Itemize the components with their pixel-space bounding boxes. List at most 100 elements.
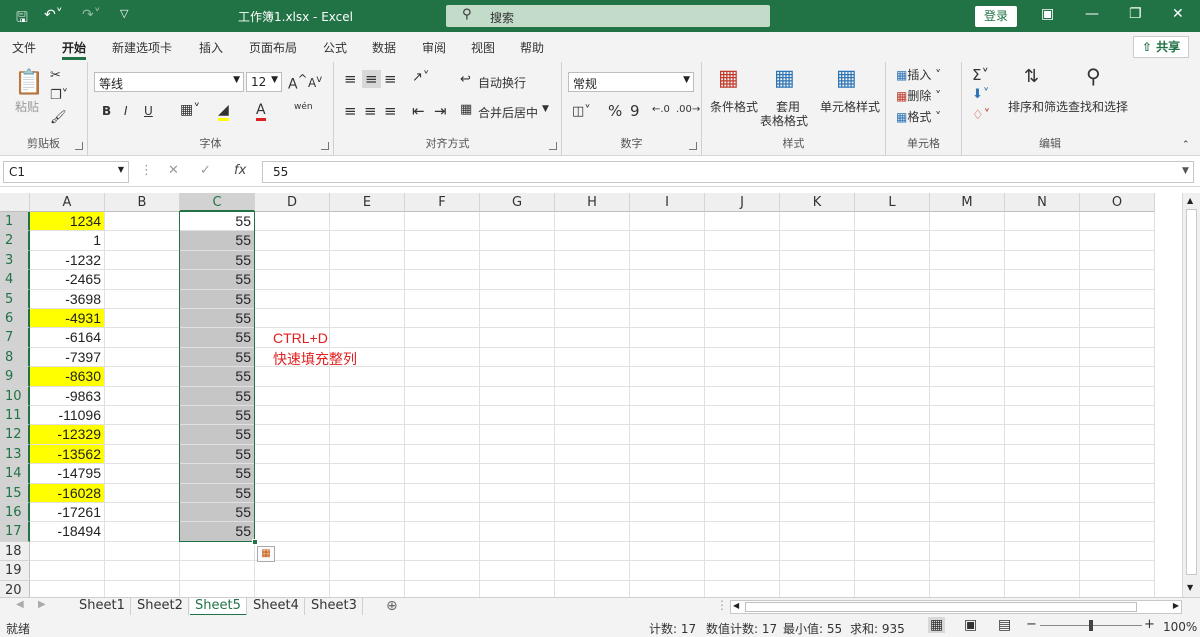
insert-cells-button[interactable]: ▦插入 ˅ [896,66,941,83]
table-cell[interactable] [1080,503,1155,523]
number-launcher-icon[interactable] [689,142,697,150]
cell-a[interactable]: -7397 [30,347,105,368]
table-cell[interactable] [480,231,555,251]
table-cell[interactable] [780,212,855,232]
table-cell[interactable] [1005,503,1080,523]
auto-fill-options-icon[interactable]: ▦ [257,546,275,562]
cell-a[interactable]: -3698 [30,289,105,309]
column-header-h[interactable]: H [555,193,630,212]
find-select-button[interactable]: 查找和选择 [1068,98,1128,115]
table-cell[interactable] [105,347,180,368]
chevron-down-icon[interactable]: ▼ [542,104,549,114]
table-cell[interactable] [930,289,1005,309]
select-all-corner[interactable] [0,193,30,212]
table-cell[interactable] [480,561,555,581]
table-cell[interactable] [1080,386,1155,406]
close-icon[interactable]: ✕ [1172,6,1184,22]
zoom-in-icon[interactable]: + [1144,617,1155,632]
table-cell[interactable] [480,289,555,309]
table-cell[interactable] [780,347,855,368]
table-cell[interactable] [30,580,105,597]
tab-page-layout[interactable]: 页面布局 [249,39,297,56]
table-cell[interactable] [780,406,855,426]
table-cell[interactable] [255,270,330,290]
table-cell[interactable] [480,347,555,368]
table-cell[interactable] [30,561,105,581]
column-header-d[interactable]: D [255,193,330,212]
table-cell[interactable] [780,367,855,387]
table-cell[interactable] [1080,231,1155,251]
table-cell[interactable] [105,483,180,503]
table-cell[interactable] [330,444,405,465]
table-cell[interactable] [1005,328,1080,348]
table-cell[interactable] [930,483,1005,503]
undo-icon[interactable]: ↶˅ [44,7,63,23]
table-cell[interactable] [105,231,180,251]
cell-c[interactable]: 55 [180,231,255,251]
column-header-a[interactable]: A [30,193,105,212]
table-cell[interactable] [705,289,780,309]
table-cell[interactable] [405,522,480,542]
increase-indent-icon[interactable]: ⇥ [434,102,447,120]
number-format-select[interactable]: 常规 ▼ [568,72,694,92]
table-cell[interactable] [255,231,330,251]
align-left-icon[interactable]: ≡ [344,102,357,120]
zoom-level[interactable]: 100% [1163,620,1197,634]
row-header[interactable]: 19 [0,561,30,581]
table-cell[interactable] [705,541,780,562]
table-cell[interactable] [855,483,930,503]
table-cell[interactable] [480,386,555,406]
table-cell[interactable] [1080,367,1155,387]
row-header[interactable]: 3 [0,250,30,271]
table-cell[interactable] [855,212,930,232]
table-cell[interactable] [555,406,630,426]
page-layout-view-icon[interactable]: ▣ [964,617,977,633]
restore-icon[interactable]: ❐ [1129,6,1142,22]
table-cell[interactable] [780,425,855,445]
table-cell[interactable] [480,270,555,290]
table-cell[interactable] [105,580,180,597]
table-cell[interactable] [855,541,930,562]
table-cell[interactable] [705,231,780,251]
column-header-m[interactable]: M [930,193,1005,212]
fill-handle[interactable] [252,538,258,545]
table-cell[interactable] [480,444,555,465]
table-cell[interactable] [105,444,180,465]
table-cell[interactable] [330,483,405,503]
row-header[interactable]: 8 [0,347,30,368]
table-cell[interactable] [555,328,630,348]
table-cell[interactable] [480,483,555,503]
table-cell[interactable] [255,386,330,406]
row-header[interactable]: 13 [0,444,30,465]
cell-c[interactable]: 55 [180,503,255,523]
row-header[interactable]: 1 [0,212,30,232]
table-cell[interactable] [630,347,705,368]
table-cell[interactable] [405,347,480,368]
cancel-icon[interactable]: ✕ [168,163,179,178]
table-cell[interactable] [930,309,1005,329]
table-cell[interactable] [930,541,1005,562]
row-header[interactable]: 6 [0,309,30,329]
table-cell[interactable] [480,328,555,348]
customize-quick-access-icon[interactable]: ▽ [120,7,128,20]
table-cell[interactable] [555,289,630,309]
table-cell[interactable] [630,212,705,232]
table-cell[interactable] [330,580,405,597]
table-cell[interactable] [255,425,330,445]
scroll-up-icon[interactable]: ▲ [1187,196,1193,205]
table-cell[interactable] [405,464,480,484]
cell-c[interactable]: 55 [180,406,255,426]
minimize-icon[interactable]: — [1085,6,1099,22]
row-header[interactable]: 4 [0,270,30,290]
table-cell[interactable] [555,561,630,581]
table-cell[interactable] [705,425,780,445]
fill-color-icon[interactable]: ◢ [218,102,229,121]
table-cell[interactable] [1005,464,1080,484]
table-cell[interactable] [330,289,405,309]
search-box[interactable]: ⚲ 搜索 [446,5,770,27]
column-header-e[interactable]: E [330,193,405,212]
cell-styles-button[interactable]: 单元格样式 [820,98,880,115]
align-center-icon[interactable]: ≡ [364,102,377,120]
table-cell[interactable] [105,522,180,542]
table-cell[interactable] [255,464,330,484]
